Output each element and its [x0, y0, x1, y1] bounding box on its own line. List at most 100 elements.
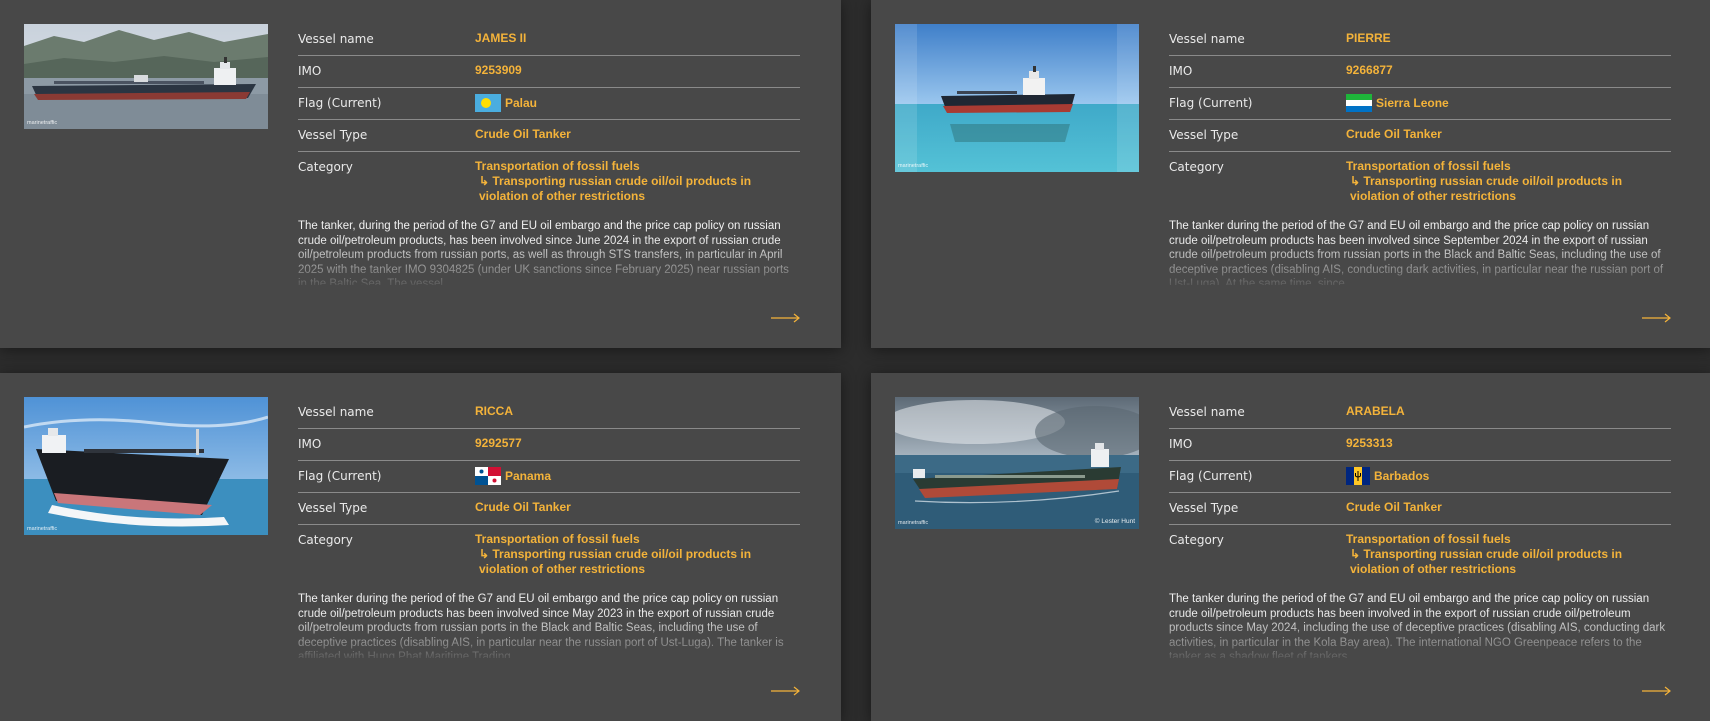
category-label: Category [1169, 160, 1224, 174]
vessel-info: Vessel name JAMES II IMO 9253909 Flag (C… [298, 24, 800, 285]
vessel-photo: marinetraffic [895, 24, 1139, 172]
vessel-name-label: Vessel name [1169, 32, 1245, 46]
flag-label: Flag (Current) [298, 469, 382, 483]
imo-row: IMO 9266877 [1169, 56, 1671, 88]
vessel-name-value: PIERRE [1346, 31, 1391, 45]
vessel-name-value: JAMES II [475, 31, 527, 45]
flag-value: Panama [475, 467, 552, 486]
vessel-name-value: RICCA [475, 404, 513, 418]
vessel-card-james-ii: marinetraffic Vessel name JAMES II IMO 9… [0, 0, 841, 348]
vessel-name-row: Vessel name ARABELA [1169, 397, 1671, 429]
category-value: Transportation of fossil fuels ↳ Transpo… [1346, 532, 1671, 577]
vessel-name-label: Vessel name [1169, 405, 1245, 419]
flag-row: Flag (Current) Panama [298, 461, 800, 493]
vessel-name-row: Vessel name RICCA [298, 397, 800, 429]
flag-row: Flag (Current) Barbados [1169, 461, 1671, 493]
arrow-right-icon[interactable] [1642, 308, 1672, 323]
vessel-info: Vessel name ARABELA IMO 9253313 Flag (Cu… [1169, 397, 1671, 658]
vessel-type-row: Vessel Type Crude Oil Tanker [298, 493, 800, 525]
sierra-leone-flag-icon [1346, 94, 1372, 112]
vessel-description: The tanker during the period of the G7 a… [1169, 593, 1666, 658]
vessel-type-label: Vessel Type [1169, 501, 1239, 515]
vessel-description: The tanker during the period of the G7 a… [1169, 220, 1664, 285]
flag-label: Flag (Current) [298, 96, 382, 110]
arrow-right-icon[interactable] [1642, 681, 1672, 696]
category-main: Transportation of fossil fuels [1346, 159, 1511, 173]
vessel-description: The tanker, during the period of the G7 … [298, 220, 789, 285]
vessel-photo-image [24, 24, 268, 129]
category-sub: ↳ Transporting russian crude oil/oil pro… [479, 547, 752, 576]
category-row: Category Transportation of fossil fuels … [1169, 152, 1671, 210]
vessel-name-row: Vessel name PIERRE [1169, 24, 1671, 56]
category-label: Category [1169, 533, 1224, 547]
category-value: Transportation of fossil fuels ↳ Transpo… [475, 159, 800, 204]
flag-label: Flag (Current) [1169, 469, 1253, 483]
vessel-name-label: Vessel name [298, 405, 374, 419]
photo-watermark: marinetraffic [898, 163, 929, 169]
imo-label: IMO [298, 437, 322, 451]
vessel-photo: marinetraffic [24, 24, 268, 129]
category-label: Category [298, 160, 353, 174]
flag-country: Panama [505, 469, 552, 484]
flag-value: Barbados [1346, 467, 1430, 486]
category-label: Category [298, 533, 353, 547]
panama-flag-icon [475, 467, 501, 485]
vessel-type-value: Crude Oil Tanker [1346, 500, 1442, 514]
imo-label: IMO [1169, 64, 1193, 78]
vessel-card-ricca: marinetraffic Vessel name RICCA IMO 9292… [0, 373, 841, 721]
vessel-photo-image [895, 24, 1139, 172]
vessel-type-row: Vessel Type Crude Oil Tanker [1169, 493, 1671, 525]
imo-row: IMO 9292577 [298, 429, 800, 461]
imo-row: IMO 9253313 [1169, 429, 1671, 461]
imo-value: 9253909 [475, 63, 522, 77]
photo-credit: © Lester Hunt [1094, 518, 1135, 525]
vessel-type-label: Vessel Type [298, 501, 368, 515]
vessel-type-label: Vessel Type [1169, 128, 1239, 142]
vessel-photo-image [24, 397, 268, 535]
imo-label: IMO [298, 64, 322, 78]
vessel-photo: marinetraffic © Lester Hunt [895, 397, 1139, 529]
vessel-info: Vessel name RICCA IMO 9292577 Flag (Curr… [298, 397, 800, 658]
vessel-card-arabela: marinetraffic © Lester Hunt Vessel name … [871, 373, 1710, 721]
vessel-type-value: Crude Oil Tanker [475, 500, 571, 514]
photo-watermark: marinetraffic [27, 526, 58, 532]
vessel-type-row: Vessel Type Crude Oil Tanker [1169, 120, 1671, 152]
category-sub: ↳ Transporting russian crude oil/oil pro… [1350, 174, 1623, 203]
category-sub: ↳ Transporting russian crude oil/oil pro… [1350, 547, 1623, 576]
vessel-info: Vessel name PIERRE IMO 9266877 Flag (Cur… [1169, 24, 1671, 285]
vessel-card-pierre: marinetraffic Vessel name PIERRE IMO 926… [871, 0, 1710, 348]
imo-value: 9266877 [1346, 63, 1393, 77]
vessel-type-label: Vessel Type [298, 128, 368, 142]
category-main: Transportation of fossil fuels [475, 159, 640, 173]
arrow-right-icon[interactable] [771, 308, 801, 323]
vessel-photo-image [895, 397, 1139, 529]
imo-row: IMO 9253909 [298, 56, 800, 88]
flag-country: Barbados [1374, 469, 1430, 484]
flag-country: Sierra Leone [1376, 96, 1449, 111]
category-value: Transportation of fossil fuels ↳ Transpo… [475, 532, 800, 577]
imo-value: 9292577 [475, 436, 522, 450]
vessel-type-row: Vessel Type Crude Oil Tanker [298, 120, 800, 152]
vessel-type-value: Crude Oil Tanker [1346, 127, 1442, 141]
flag-value: Sierra Leone [1346, 94, 1449, 113]
category-main: Transportation of fossil fuels [1346, 532, 1511, 546]
imo-value: 9253313 [1346, 436, 1393, 450]
category-main: Transportation of fossil fuels [475, 532, 640, 546]
flag-label: Flag (Current) [1169, 96, 1253, 110]
palau-flag-icon [475, 94, 501, 112]
vessel-name-value: ARABELA [1346, 404, 1405, 418]
category-sub: ↳ Transporting russian crude oil/oil pro… [479, 174, 752, 203]
photo-watermark: marinetraffic [27, 120, 58, 126]
vessel-type-value: Crude Oil Tanker [475, 127, 571, 141]
flag-country: Palau [505, 96, 538, 111]
flag-row: Flag (Current) Sierra Leone [1169, 88, 1671, 120]
category-value: Transportation of fossil fuels ↳ Transpo… [1346, 159, 1671, 204]
vessel-photo: marinetraffic [24, 397, 268, 535]
barbados-flag-icon [1346, 467, 1370, 485]
flag-value: Palau [475, 94, 538, 113]
imo-label: IMO [1169, 437, 1193, 451]
category-row: Category Transportation of fossil fuels … [298, 525, 800, 583]
category-row: Category Transportation of fossil fuels … [298, 152, 800, 210]
arrow-right-icon[interactable] [771, 681, 801, 696]
vessel-name-label: Vessel name [298, 32, 374, 46]
